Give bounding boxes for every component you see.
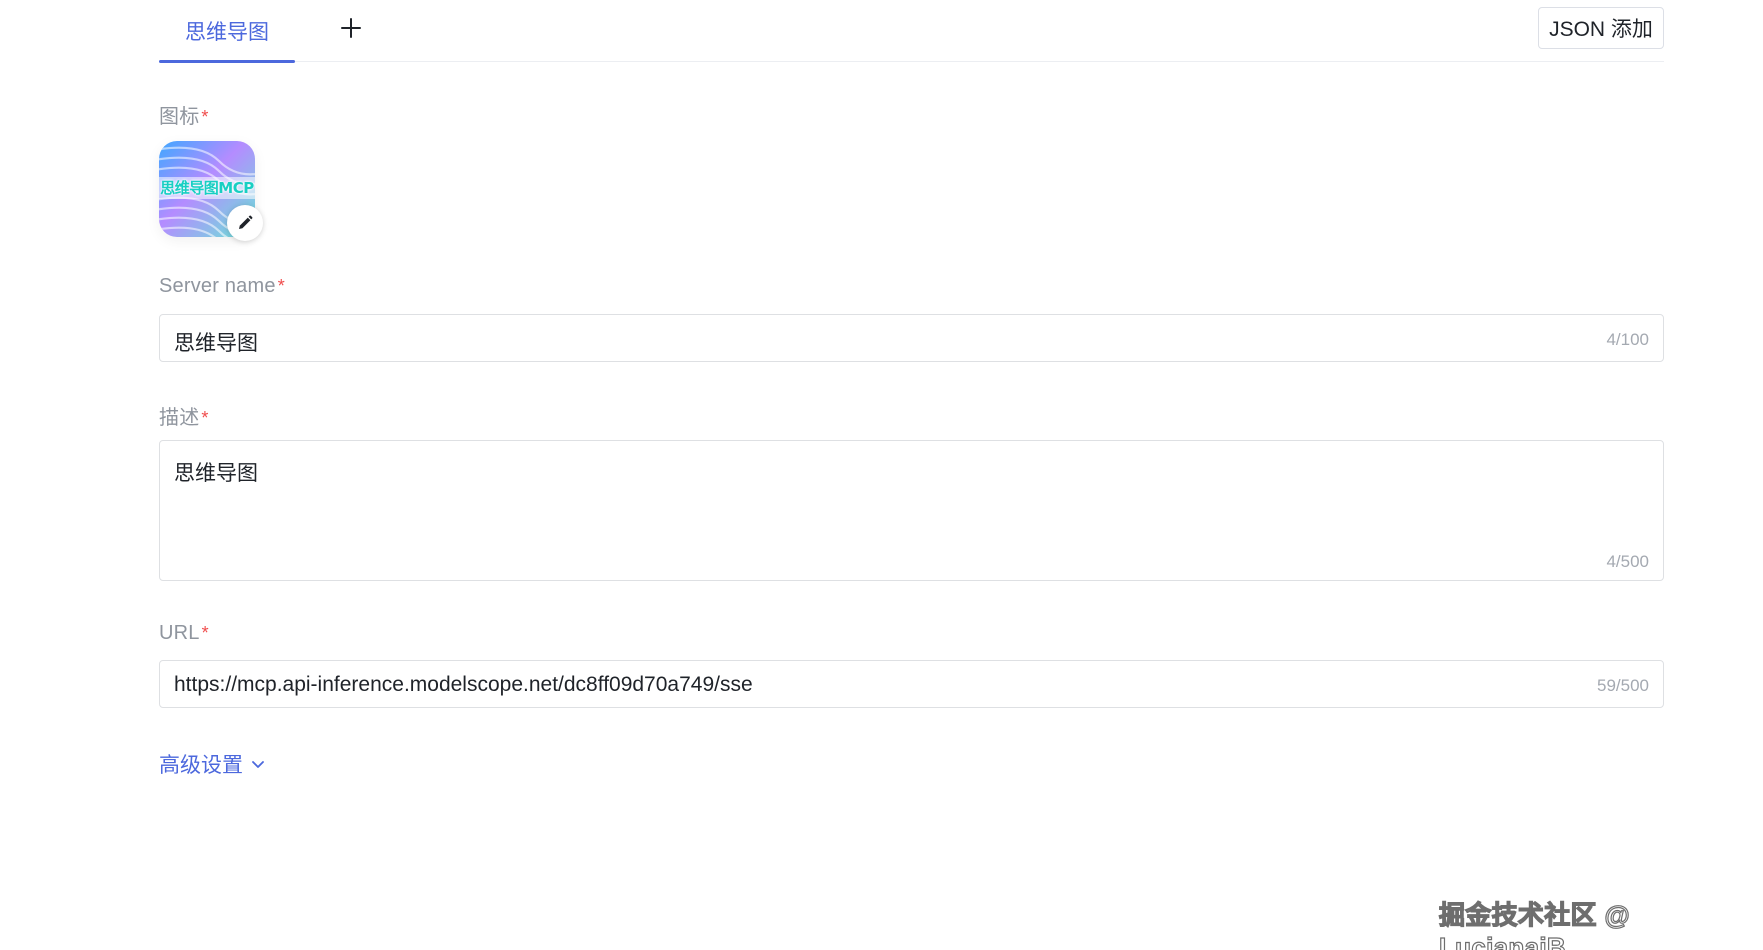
description-counter: 4/500 bbox=[1606, 552, 1649, 571]
description-value: 思维导图 bbox=[174, 462, 258, 485]
json-add-label: JSON 添加 bbox=[1549, 18, 1653, 41]
watermark: 掘金技术社区 @ LucianaiB bbox=[1438, 899, 1630, 950]
active-tab-indicator bbox=[159, 60, 295, 63]
server-name-counter: 4/100 bbox=[1606, 330, 1649, 349]
mcp-server-form-page: 思维导图 JSON 添加 图标 * 思维导图MCP Server name * … bbox=[0, 0, 1763, 950]
server-name-value: 思维导图 bbox=[174, 332, 258, 355]
required-mark: * bbox=[277, 276, 285, 296]
icon-image-text: 思维导图MCP bbox=[160, 179, 254, 197]
tab-mind-map[interactable]: 思维导图 bbox=[159, 0, 295, 63]
tab-bar: 思维导图 JSON 添加 bbox=[159, 0, 1664, 63]
advanced-settings-label: 高级设置 bbox=[159, 754, 243, 777]
url-label: URL * bbox=[159, 622, 209, 644]
advanced-settings-toggle[interactable]: 高级设置 bbox=[159, 749, 265, 779]
icon-label: 图标 * bbox=[159, 106, 209, 128]
description-textarea[interactable]: 思维导图 4/500 bbox=[159, 440, 1664, 581]
chevron-down-icon bbox=[252, 761, 264, 768]
required-mark: * bbox=[201, 107, 209, 127]
add-tab-button[interactable] bbox=[335, 12, 367, 44]
server-name-label: Server name * bbox=[159, 275, 285, 297]
required-mark: * bbox=[201, 408, 209, 428]
tab-label: 思维导图 bbox=[185, 21, 269, 44]
json-add-button[interactable]: JSON 添加 bbox=[1538, 7, 1664, 49]
url-input[interactable]: https://mcp.api-inference.modelscope.net… bbox=[159, 660, 1664, 708]
plus-icon bbox=[341, 18, 361, 38]
pencil-icon bbox=[239, 215, 253, 229]
description-label: 描述 * bbox=[159, 407, 209, 429]
url-counter: 59/500 bbox=[1597, 676, 1649, 695]
required-mark: * bbox=[201, 623, 209, 643]
url-value: https://mcp.api-inference.modelscope.net… bbox=[174, 673, 753, 696]
edit-icon-button[interactable] bbox=[227, 205, 263, 241]
server-name-input[interactable]: 思维导图 4/100 bbox=[159, 314, 1664, 362]
